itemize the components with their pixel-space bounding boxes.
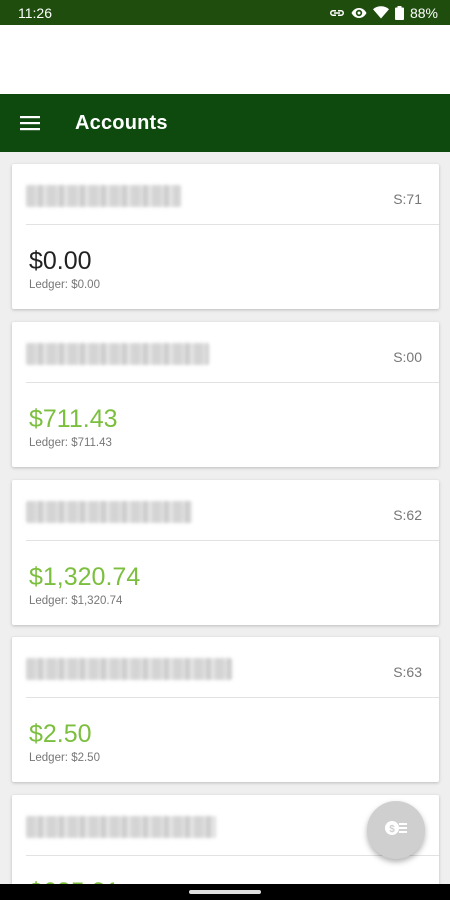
transfer-fab-button[interactable]: $ [367,801,425,859]
account-card[interactable]: S:00 $711.43 Ledger: $711.43 [12,322,439,467]
battery-icon [394,5,404,20]
account-balance: $0.00 [29,247,92,275]
account-code: S:00 [393,349,422,365]
status-time: 11:26 [18,4,52,21]
link-icon [329,8,345,18]
battery-percent: 88% [409,4,438,21]
account-card[interactable]: S:71 $0.00 Ledger: $0.00 [12,164,439,309]
account-card-header: S:63 [26,637,439,698]
system-nav-bar [0,884,450,900]
status-bar: 11:26 88% [0,0,450,25]
account-name-redacted [26,185,181,207]
account-balance: $2.50 [29,720,92,748]
eye-icon [351,7,367,19]
account-card[interactable]: S:63 $2.50 Ledger: $2.50 [12,637,439,782]
account-card[interactable]: S:62 $1,320.74 Ledger: $1,320.74 [12,480,439,625]
status-icons: 88% [329,5,438,21]
account-name-redacted [26,658,232,680]
ledger-balance: Ledger: $2.50 [29,752,100,764]
account-name-redacted [26,343,209,365]
ledger-balance: Ledger: $711.43 [29,437,112,449]
home-gesture-handle[interactable] [189,890,261,894]
transfer-money-icon: $ [384,818,408,843]
wifi-icon [372,6,389,19]
account-code: S:63 [393,664,422,680]
account-card-header: S:71 [26,164,439,225]
account-name-redacted [26,816,216,838]
page-title: Accounts [75,111,168,134]
header-spacer [0,25,450,94]
account-card-header: S:00 [26,322,439,383]
account-card-header: S:62 [26,480,439,541]
accounts-list: S:71 $0.00 Ledger: $0.00 S:00 $711.43 Le… [0,152,450,900]
svg-text:$: $ [389,824,395,835]
ledger-balance: Ledger: $0.00 [29,279,100,291]
ledger-balance: Ledger: $1,320.74 [29,595,123,607]
account-code: S:71 [393,191,422,207]
hamburger-menu-icon[interactable] [0,94,60,152]
account-code: S:62 [393,507,422,523]
account-name-redacted [26,501,192,523]
account-balance: $1,320.74 [29,563,141,591]
app-bar: Accounts [0,94,450,152]
account-balance: $711.43 [29,405,118,433]
